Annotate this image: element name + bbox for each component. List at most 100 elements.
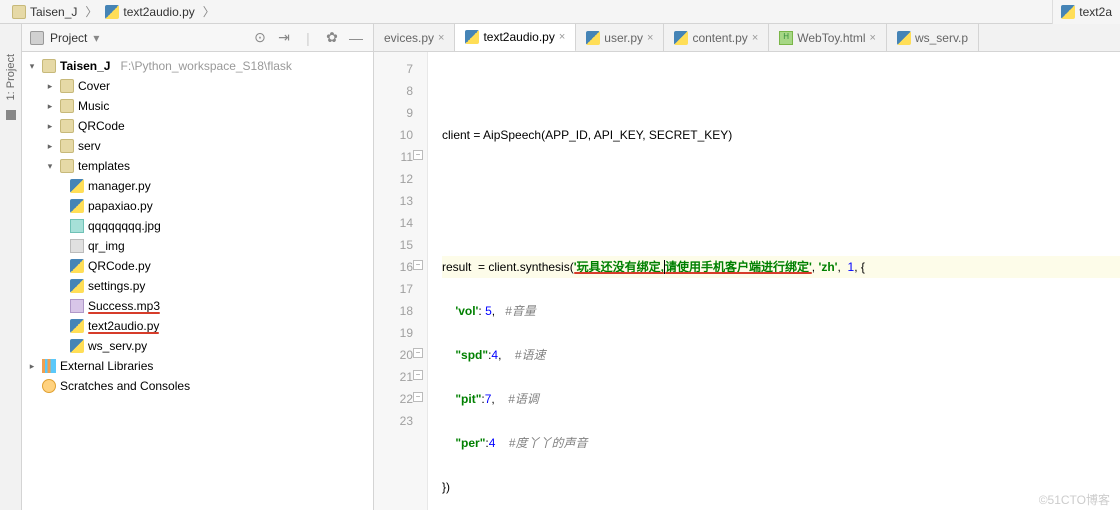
code-line[interactable] [442,168,1120,190]
chevron-right-icon[interactable]: ▸ [44,141,56,152]
code-text[interactable]: client = AipSpeech(APP_ID, API_KEY, SECR… [428,52,1120,510]
tree-scratches[interactable]: Scratches and Consoles [22,376,373,396]
python-icon [105,5,119,19]
tab-label: user.py [604,31,643,45]
tree-file[interactable]: manager.py [22,176,373,196]
folder-icon [60,99,74,113]
panel-title-label: Project [50,31,87,45]
breadcrumb-file[interactable]: text2audio.py [101,5,198,19]
python-icon [70,199,84,213]
chevron-right-icon[interactable]: ▸ [26,361,38,372]
tree-folder[interactable]: ▸ QRCode [22,116,373,136]
breadcrumb: Taisen_J 〉 text2audio.py 〉 [0,0,1120,24]
python-icon [70,319,84,333]
python-icon [70,339,84,353]
folder-icon [12,5,26,19]
folder-icon [42,59,56,73]
target-icon[interactable]: ⊙ [251,29,269,46]
tree-file[interactable]: QRCode.py [22,256,373,276]
tree-file[interactable]: Success.mp3 [22,296,373,316]
tab-text2audio[interactable]: text2audio.py× [455,24,576,52]
open-file-label: text2a [1079,5,1112,19]
fold-icon[interactable]: − [413,260,423,270]
chevron-right-icon[interactable]: ▸ [44,101,56,112]
fold-icon[interactable]: − [413,392,423,402]
code-line-current[interactable]: result = client.synthesis('玩具还没有绑定,请使用手机… [442,256,1120,278]
tree-file[interactable]: papaxiao.py [22,196,373,216]
project-tree[interactable]: ▾ Taisen_J F:\Python_workspace_S18\flask… [22,52,373,510]
tree-label: Scratches and Consoles [60,379,190,393]
code-line[interactable]: "per":4 #度丫丫的声音 [442,432,1120,454]
code-area[interactable]: 78910 11− 12131415 16− 171819 20− 21− 22… [374,52,1120,510]
close-icon[interactable]: × [752,32,758,44]
tab-evices[interactable]: evices.py× [374,24,455,51]
code-line[interactable] [442,212,1120,234]
fold-icon[interactable]: − [413,348,423,358]
tree-label: text2audio.py [88,319,159,333]
code-line[interactable]: "spd":4, #语速 [442,344,1120,366]
file-icon [70,239,84,253]
chevron-down-icon[interactable]: ▾ [44,161,56,172]
tree-path: F:\Python_workspace_S18\flask [120,59,291,73]
project-icon [30,31,44,45]
code-line[interactable]: client = AipSpeech(APP_ID, API_KEY, SECR… [442,124,1120,146]
tree-label: serv [78,139,101,153]
image-icon [70,219,84,233]
tree-label: manager.py [88,179,151,193]
code-line[interactable]: }) [442,476,1120,498]
tab-content[interactable]: content.py× [664,24,769,51]
tab-webtoy[interactable]: WebToy.html× [769,24,887,51]
fold-icon[interactable]: − [413,150,423,160]
close-icon[interactable]: × [438,32,444,44]
tree-file[interactable]: ws_serv.py [22,336,373,356]
code-line[interactable]: 'vol': 5, #音量 [442,300,1120,322]
audio-icon [70,299,84,313]
breadcrumb-label: Taisen_J [30,5,77,19]
folder-icon [60,139,74,153]
divider: | [299,30,317,46]
collapse-icon[interactable]: ⇥ [275,29,293,46]
close-icon[interactable]: × [647,32,653,44]
python-icon [70,259,84,273]
chevron-right-icon[interactable]: ▸ [44,81,56,92]
gutter: 78910 11− 12131415 16− 171819 20− 21− 22… [374,52,428,510]
code-line[interactable]: "pit":7, #语调 [442,388,1120,410]
code-line[interactable] [442,80,1120,102]
hide-icon[interactable]: — [347,30,365,46]
tree-label: qr_img [88,239,125,253]
html-icon [779,31,793,45]
tree-label: QRCode [78,119,125,133]
tree-folder[interactable]: ▸ Music [22,96,373,116]
chevron-down-icon[interactable]: ▾ [26,61,38,72]
tree-folder[interactable]: ▸ Cover [22,76,373,96]
tree-label: Cover [78,79,110,93]
tree-folder[interactable]: ▾templates [22,156,373,176]
chevron-right-icon[interactable]: ▸ [44,121,56,132]
tree-folder[interactable]: ▸ serv [22,136,373,156]
open-file-indicator[interactable]: text2a [1052,0,1120,24]
python-icon [70,279,84,293]
gear-icon[interactable]: ✿ [323,29,341,46]
tree-file[interactable]: qqqqqqqq.jpg [22,216,373,236]
watermark: ©51CTO博客 [1039,491,1110,508]
tree-label: Taisen_J [60,59,110,73]
breadcrumb-root[interactable]: Taisen_J [8,5,81,19]
close-icon[interactable]: × [559,31,565,43]
python-icon [1061,5,1075,19]
panel-title[interactable]: Project ▾ [30,31,245,45]
fold-icon[interactable]: − [413,370,423,380]
tree-file[interactable]: settings.py [22,276,373,296]
python-icon [674,31,688,45]
tab-user[interactable]: user.py × [576,24,664,51]
tree-file[interactable]: text2audio.py [22,316,373,336]
close-icon[interactable]: × [870,32,876,44]
tree-label: papaxiao.py [88,199,153,213]
tree-file[interactable]: qr_img [22,236,373,256]
tab-ws-serv[interactable]: ws_serv.p [887,24,979,51]
tree-external-libraries[interactable]: ▸External Libraries [22,356,373,376]
tree-label: ws_serv.py [88,339,147,353]
tree-root[interactable]: ▾ Taisen_J F:\Python_workspace_S18\flask [22,56,373,76]
tool-rail-project[interactable]: 1: Project [3,48,19,106]
folder-icon [60,159,74,173]
tree-label: Music [78,99,109,113]
